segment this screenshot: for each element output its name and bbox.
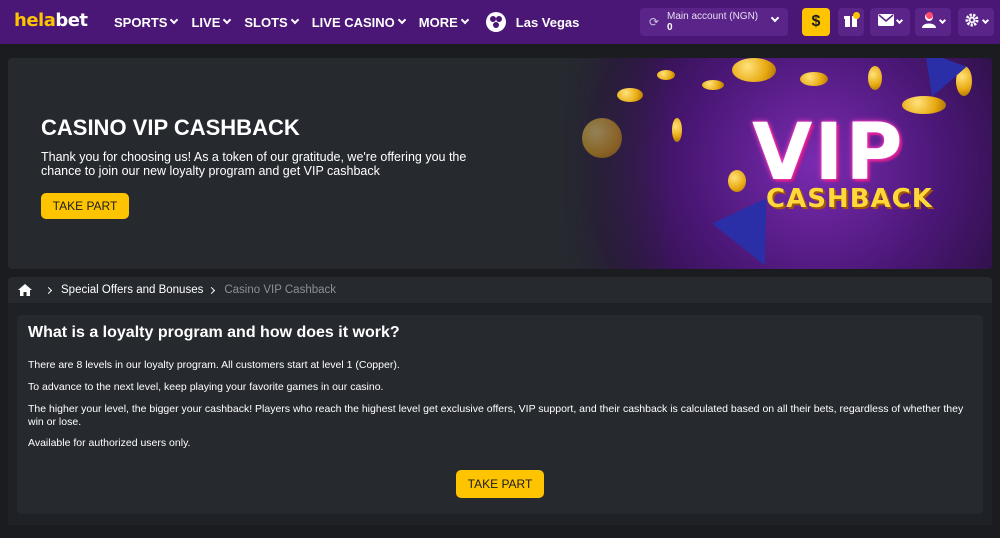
breadcrumb: Special Offers and Bonuses Casino VIP Ca… — [8, 277, 992, 303]
nav-slots-label: SLOTS — [244, 14, 288, 30]
info-paragraph: There are 8 levels in our loyalty progra… — [28, 359, 400, 371]
account-balance: 0 — [667, 22, 673, 33]
top-nav-bar: helabet SPORTS LIVE SLOTS LIVE CASINO MO… — [0, 0, 1000, 44]
coin-graphic — [732, 58, 776, 82]
nav-more[interactable]: MORE — [418, 14, 470, 30]
home-icon[interactable] — [18, 284, 32, 296]
nav-las-vegas-label: Las Vegas — [515, 14, 580, 30]
coin-graphic — [672, 118, 682, 142]
nav-sports-label: SPORTS — [114, 14, 168, 30]
coin-graphic — [582, 118, 622, 158]
nav-sports[interactable]: SPORTS — [114, 14, 179, 30]
main-nav: SPORTS LIVE SLOTS LIVE CASINO MORE Las V… — [114, 0, 593, 44]
promo-banner: VIP CASHBACK CASINO VIP CASHBACK Thank y… — [8, 58, 992, 269]
chevron-down-icon — [981, 16, 990, 24]
dollar-icon: $ — [811, 13, 821, 30]
chevron-down-icon — [223, 15, 232, 25]
breadcrumb-special-offers[interactable]: Special Offers and Bonuses — [61, 284, 203, 296]
profile-button[interactable] — [915, 8, 951, 36]
info-heading: What is a loyalty program and how does i… — [28, 324, 400, 341]
messages-button[interactable] — [870, 8, 910, 36]
nav-live-label: LIVE — [191, 14, 221, 30]
notification-badge — [926, 12, 933, 19]
coin-graphic — [868, 66, 882, 90]
take-part-button[interactable]: TAKE PART — [456, 470, 544, 498]
nav-slots[interactable]: SLOTS — [244, 14, 299, 30]
take-part-button[interactable]: TAKE PART — [41, 193, 129, 219]
gear-icon — [964, 12, 980, 33]
chevron-right-icon — [208, 286, 216, 294]
refresh-icon[interactable]: ⟳ — [644, 15, 664, 29]
casino-chips-icon — [485, 12, 506, 32]
info-paragraph: Available for authorized users only. — [28, 437, 191, 449]
settings-button[interactable] — [958, 8, 994, 36]
deposit-button[interactable]: $ — [802, 8, 830, 36]
nav-live-casino-label: LIVE CASINO — [311, 14, 395, 30]
chevron-down-icon — [397, 15, 407, 25]
info-card: What is a loyalty program and how does i… — [17, 315, 983, 514]
notification-badge — [853, 12, 860, 19]
chevron-down-icon — [460, 15, 470, 25]
vip-cashback-artwork: VIP CASHBACK — [552, 58, 992, 269]
info-paragraph: The higher your level, the bigger your c… — [28, 403, 964, 428]
content-area: What is a loyalty program and how does i… — [8, 303, 992, 525]
banner-title: CASINO VIP CASHBACK — [41, 115, 300, 140]
chevron-down-icon — [938, 16, 947, 24]
gift-button[interactable] — [838, 8, 864, 36]
nav-las-vegas[interactable]: Las Vegas — [485, 12, 580, 32]
info-paragraph: To advance to the next level, keep playi… — [28, 381, 384, 393]
nav-live[interactable]: LIVE — [191, 14, 232, 30]
coin-graphic — [728, 170, 746, 192]
logo-bet: bet — [55, 10, 88, 31]
nav-live-casino[interactable]: LIVE CASINO — [311, 14, 407, 30]
chevron-right-icon — [44, 286, 53, 294]
nav-more-label: MORE — [418, 14, 458, 30]
banner-description: Thank you for choosing us! As a token of… — [41, 150, 467, 178]
chevron-down-icon — [290, 15, 299, 25]
coin-graphic — [702, 80, 724, 90]
mail-icon — [878, 13, 894, 31]
cashback-art-text: CASHBACK — [766, 184, 933, 214]
logo-hela: hela — [14, 10, 56, 31]
coin-graphic — [657, 70, 675, 80]
account-label: Main account (NGN) — [667, 11, 759, 22]
chevron-down-icon — [895, 16, 904, 24]
breadcrumb-current: Casino VIP Cashback — [224, 284, 337, 296]
logo[interactable]: helabet — [14, 10, 88, 31]
account-balance-selector[interactable]: ⟳ Main account (NGN) 0 — [640, 8, 788, 36]
chevron-down-icon — [170, 15, 179, 25]
coin-graphic — [800, 72, 828, 86]
coin-graphic — [617, 88, 643, 102]
chevron-down-icon — [770, 13, 780, 23]
